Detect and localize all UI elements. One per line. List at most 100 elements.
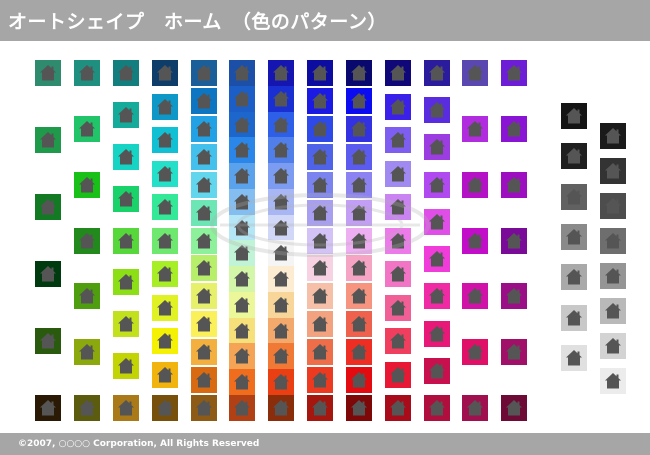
- house-icon: [234, 117, 250, 133]
- house-icon: [506, 177, 522, 193]
- house-icon: [234, 297, 250, 313]
- house-icon: [429, 177, 445, 193]
- color-swatch: [268, 292, 294, 318]
- color-swatch: [424, 358, 450, 384]
- color-swatch: [600, 228, 626, 254]
- house-icon: [390, 400, 406, 416]
- house-icon: [605, 303, 621, 319]
- house-icon: [118, 274, 134, 290]
- color-swatch: [152, 94, 178, 120]
- house-icon: [467, 233, 483, 249]
- color-swatch: [268, 395, 294, 421]
- house-icon: [40, 132, 56, 148]
- house-icon: [351, 93, 367, 109]
- house-icon: [566, 269, 582, 285]
- color-swatch: [191, 367, 217, 393]
- color-swatch: [113, 395, 139, 421]
- color-swatch: [307, 144, 333, 170]
- color-swatch: [385, 395, 411, 421]
- color-swatch: [268, 240, 294, 266]
- house-icon: [79, 121, 95, 137]
- house-icon: [429, 251, 445, 267]
- house-icon: [467, 65, 483, 81]
- color-swatch: [346, 339, 372, 365]
- house-icon: [506, 233, 522, 249]
- house-icon: [234, 91, 250, 107]
- house-icon: [390, 166, 406, 182]
- house-icon: [429, 326, 445, 342]
- color-swatch: [462, 395, 488, 421]
- house-icon: [196, 260, 212, 276]
- color-swatch: [152, 194, 178, 220]
- house-icon: [605, 338, 621, 354]
- house-icon: [40, 65, 56, 81]
- color-swatch: [191, 339, 217, 365]
- color-swatch: [35, 60, 61, 86]
- house-icon: [157, 199, 173, 215]
- house-icon: [196, 177, 212, 193]
- color-swatch: [600, 333, 626, 359]
- house-icon: [79, 344, 95, 360]
- color-swatch: [152, 127, 178, 153]
- color-swatch: [268, 137, 294, 163]
- color-swatch: [462, 172, 488, 198]
- color-swatch: [346, 144, 372, 170]
- house-icon: [273, 374, 289, 390]
- color-swatch: [74, 395, 100, 421]
- house-icon: [312, 93, 328, 109]
- house-icon: [566, 310, 582, 326]
- house-icon: [234, 348, 250, 364]
- color-swatch: [191, 395, 217, 421]
- color-swatch: [307, 200, 333, 226]
- house-icon: [312, 177, 328, 193]
- house-icon: [351, 344, 367, 360]
- house-icon: [566, 108, 582, 124]
- house-icon: [351, 205, 367, 221]
- house-icon: [429, 65, 445, 81]
- house-icon: [506, 288, 522, 304]
- house-icon: [157, 132, 173, 148]
- color-swatch: [561, 103, 587, 129]
- color-swatch: [229, 240, 255, 266]
- color-swatch: [600, 298, 626, 324]
- color-swatch: [229, 60, 255, 86]
- house-icon: [234, 271, 250, 287]
- color-swatch: [600, 368, 626, 394]
- house-icon: [157, 300, 173, 316]
- color-swatch: [346, 311, 372, 337]
- color-swatch: [307, 311, 333, 337]
- color-swatch: [229, 343, 255, 369]
- color-swatch-grid: [0, 0, 650, 455]
- house-icon: [390, 333, 406, 349]
- color-swatch: [424, 134, 450, 160]
- house-icon: [429, 288, 445, 304]
- color-swatch: [600, 158, 626, 184]
- color-swatch: [307, 116, 333, 142]
- color-swatch: [74, 172, 100, 198]
- house-icon: [273, 220, 289, 236]
- color-swatch: [229, 163, 255, 189]
- house-icon: [234, 142, 250, 158]
- house-icon: [351, 121, 367, 137]
- color-swatch: [229, 137, 255, 163]
- house-icon: [605, 268, 621, 284]
- house-icon: [273, 245, 289, 261]
- color-swatch: [462, 116, 488, 142]
- house-icon: [351, 316, 367, 332]
- color-swatch: [385, 194, 411, 220]
- color-swatch: [385, 60, 411, 86]
- copyright-text: ©2007, ○○○○ Corporation, All Rights Rese…: [18, 439, 260, 449]
- house-icon: [234, 323, 250, 339]
- color-swatch: [74, 116, 100, 142]
- color-swatch: [113, 102, 139, 128]
- color-swatch: [152, 228, 178, 254]
- house-icon: [79, 288, 95, 304]
- house-icon: [273, 271, 289, 287]
- house-icon: [79, 400, 95, 416]
- house-icon: [118, 316, 134, 332]
- house-icon: [234, 65, 250, 81]
- house-icon: [351, 177, 367, 193]
- color-swatch: [113, 60, 139, 86]
- color-swatch: [229, 86, 255, 112]
- house-icon: [118, 191, 134, 207]
